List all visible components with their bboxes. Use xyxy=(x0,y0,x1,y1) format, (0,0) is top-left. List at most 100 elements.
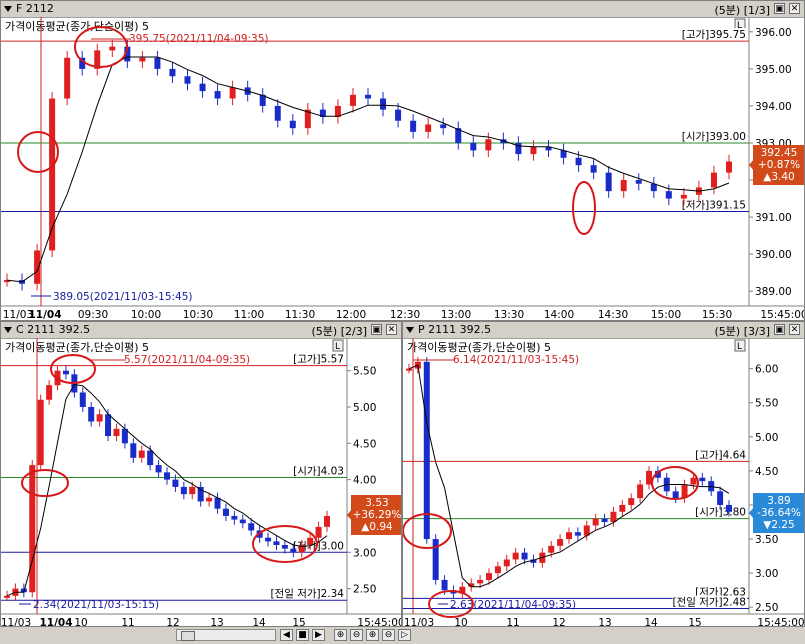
candle-body xyxy=(34,250,41,284)
y-tick-label: 390.00 xyxy=(755,249,792,261)
x-tick-label: 11/03 xyxy=(404,617,434,627)
candle-body xyxy=(315,526,322,538)
period-label: (5분) xyxy=(714,325,741,338)
panel-title: P 2111 392.5 xyxy=(406,323,491,336)
candle-body xyxy=(365,94,371,99)
candle-body xyxy=(180,486,187,495)
y-tick-label: 3.00 xyxy=(353,547,376,559)
restore-icon[interactable]: ▣ xyxy=(774,3,785,14)
bottom-toolbar: ◀ ■ ▶ ⊕ ⊖ ⊕ ⊖ ▷ xyxy=(0,627,805,644)
x-tick-label: 11/03 xyxy=(1,617,31,627)
y-tick-label: 3.50 xyxy=(755,534,778,546)
close-icon[interactable]: ✕ xyxy=(789,3,800,14)
candle-body xyxy=(239,519,246,524)
candle-body xyxy=(274,105,281,121)
candle-body xyxy=(441,579,448,591)
y-tick-label: 5.00 xyxy=(353,402,376,414)
x-tick-label: 15:45:00 xyxy=(757,617,804,627)
ref-annotation-high: 6.14(2021/11/03-15:45) xyxy=(453,354,579,366)
candle-body xyxy=(410,120,417,132)
x-tick-label: 11 xyxy=(121,617,134,627)
zoom-out-icon[interactable]: ⊖ xyxy=(350,629,363,641)
indicator-label: 가격이동평균(종가,단순이평) 5 xyxy=(5,20,149,33)
x-tick-label: 12:30 xyxy=(390,309,420,321)
x-tick-label: 10:30 xyxy=(183,309,213,321)
chart-panel-c2111: C 2111 392.5 (5분) [2/3] ▣ ✕ 가격이동평균(종가,단순… xyxy=(0,321,402,627)
candle-body xyxy=(486,573,492,580)
dropdown-triangle-icon[interactable] xyxy=(4,6,12,12)
candle-body xyxy=(289,120,296,129)
chart-area-p2111[interactable]: 가격이동평균(종가,단순이평) 5L6.005.505.004.504.003.… xyxy=(403,338,805,627)
candle-body xyxy=(29,465,36,593)
panel-index: [2/3] xyxy=(340,325,367,338)
candle-body xyxy=(592,518,599,526)
candle-body xyxy=(610,511,617,522)
zoom-in-icon[interactable]: ⊕ xyxy=(334,629,347,641)
chart-area-c2111[interactable]: 가격이동평균(종가,단순이평) 5L5.505.004.504.003.503.… xyxy=(1,338,402,627)
indicator-label: 가격이동평균(종가,단순이평) 5 xyxy=(5,341,149,354)
y-axis-ticks: 6.005.505.004.504.003.503.002.50 xyxy=(749,364,778,614)
close-icon[interactable]: ✕ xyxy=(789,324,800,335)
candle-body xyxy=(154,57,161,69)
x-tick-label: 11 xyxy=(506,617,519,627)
panel-title: F 2112 xyxy=(4,2,54,15)
play-icon[interactable]: ▷ xyxy=(398,629,411,641)
zoom-out-alt-icon[interactable]: ⊖ xyxy=(382,629,395,641)
dropdown-triangle-icon[interactable] xyxy=(406,327,414,333)
x-tick-label: 11/04 xyxy=(28,309,61,321)
candle-body xyxy=(113,428,120,437)
candle-body xyxy=(184,76,191,84)
level-label-open: [시가]393.00 xyxy=(682,131,746,143)
x-tick-label: 15:30 xyxy=(702,309,732,321)
x-tick-label: 14:30 xyxy=(598,309,628,321)
restore-icon[interactable]: ▣ xyxy=(774,324,785,335)
candle-body xyxy=(470,142,477,151)
panel-titlebar[interactable]: P 2111 392.5 (5분) [3/3] ▣ ✕ xyxy=(403,322,804,339)
y-tick-label: 396.00 xyxy=(755,27,792,39)
candle-body xyxy=(281,545,288,549)
candle-body xyxy=(380,98,387,110)
panel-titlebar[interactable]: C 2111 392.5 (5분) [2/3] ▣ ✕ xyxy=(1,322,401,339)
scroll-handle-icon[interactable] xyxy=(181,631,195,641)
level-label-open: [시가]4.03 xyxy=(293,465,344,477)
y-tick-label: 391.00 xyxy=(755,212,792,224)
period-label: (5분) xyxy=(714,4,741,17)
scroll-right-button[interactable]: ▶ xyxy=(312,629,325,641)
candle-body xyxy=(574,532,581,536)
candle-body xyxy=(172,479,179,487)
level-label-high: [고가]4.64 xyxy=(695,449,746,461)
x-tick-label: 15:45:00 xyxy=(760,309,805,321)
x-tick-label: 14:00 xyxy=(544,309,574,321)
x-tick-label: 11:00 xyxy=(234,309,264,321)
highlight-circle xyxy=(572,181,596,235)
x-tick-label: 09:30 xyxy=(78,309,108,321)
candle-body xyxy=(138,450,145,458)
y-tick-label: 4.50 xyxy=(755,466,778,478)
stop-button[interactable]: ■ xyxy=(296,629,309,641)
candle-body xyxy=(197,486,204,502)
panel-titlebar[interactable]: F 2112 (5분) [1/3] ▣ ✕ xyxy=(1,1,804,18)
candle-body xyxy=(566,532,572,540)
current-change: +0.87% xyxy=(758,159,800,171)
moving-average-line xyxy=(6,383,328,597)
candle-body xyxy=(189,486,196,495)
candle-body xyxy=(206,497,213,502)
candle-body xyxy=(494,566,501,574)
dropdown-triangle-icon[interactable] xyxy=(4,327,12,333)
panel-index: [3/3] xyxy=(743,325,770,338)
candle-body xyxy=(619,504,626,512)
candle-body xyxy=(147,450,154,466)
candle-body xyxy=(665,191,672,199)
period-label: (5분) xyxy=(311,325,338,338)
candle-body xyxy=(96,414,103,422)
chart-area-f2112[interactable]: 가격이동평균(종가,단순이평) 5 L396.00395.00394.00393.… xyxy=(1,17,805,321)
horizontal-scrollbar[interactable] xyxy=(176,629,276,641)
scroll-left-button[interactable]: ◀ xyxy=(280,629,293,641)
candle-body xyxy=(105,414,112,437)
current-price-pointer xyxy=(347,509,352,521)
restore-icon[interactable]: ▣ xyxy=(371,324,382,335)
candle-body xyxy=(4,595,10,598)
close-icon[interactable]: ✕ xyxy=(386,324,397,335)
y-tick-label: 2.50 xyxy=(353,584,376,596)
zoom-in-alt-icon[interactable]: ⊕ xyxy=(366,629,379,641)
